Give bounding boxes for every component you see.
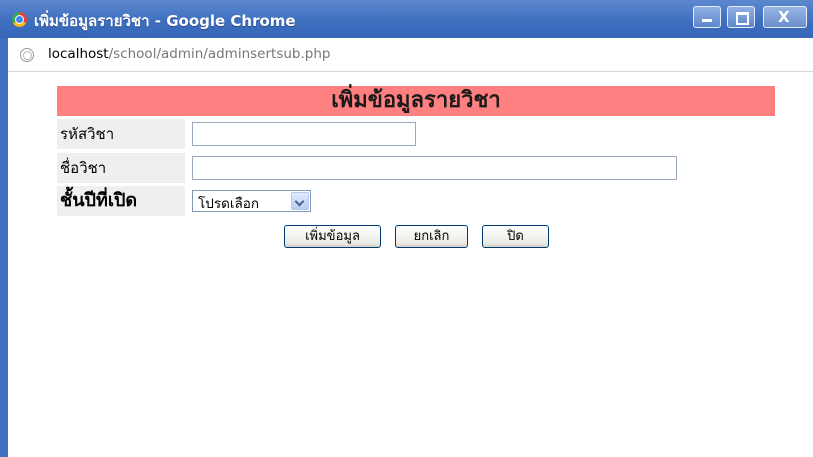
year-level-label: ชั้นปีที่เปิด (57, 186, 185, 216)
address-bar[interactable]: localhost/school/admin/adminsertsub.php (8, 38, 813, 72)
subject-name-input[interactable] (192, 156, 677, 180)
subject-name-label: ชื่อวิชา (57, 153, 185, 183)
url-host: localhost (48, 46, 109, 62)
close-button[interactable]: ปิด (482, 225, 549, 248)
minimize-button[interactable] (693, 6, 721, 28)
url-text[interactable]: localhost/school/admin/adminsertsub.php (48, 46, 330, 62)
minimize-icon (702, 19, 712, 22)
chrome-logo-icon (12, 12, 27, 27)
maximize-button[interactable] (727, 6, 755, 28)
chevron-down-icon[interactable] (291, 192, 309, 210)
window-title: เพิ่มข้อมูลรายวิชา - Google Chrome (34, 12, 296, 30)
window-frame-left (0, 38, 8, 457)
form-heading: เพิ่มข้อมูลรายวิชา (57, 86, 775, 116)
year-level-select[interactable]: โปรดเลือก (192, 190, 311, 212)
year-level-selected-value: โปรดเลือก (198, 196, 260, 212)
subject-code-label: รหัสวิชา (57, 119, 185, 149)
url-path: /school/admin/adminsertsub.php (108, 46, 331, 62)
maximize-icon (736, 12, 749, 25)
subject-code-input[interactable] (192, 122, 416, 146)
window-titlebar: เพิ่มข้อมูลรายวิชา - Google Chrome X (0, 0, 813, 38)
close-window-button[interactable]: X (763, 6, 807, 28)
page-info-icon[interactable] (20, 48, 34, 62)
add-data-button[interactable]: เพิ่มข้อมูล (284, 225, 381, 248)
close-icon: X (778, 8, 790, 26)
cancel-button[interactable]: ยกเลิก (395, 225, 468, 248)
